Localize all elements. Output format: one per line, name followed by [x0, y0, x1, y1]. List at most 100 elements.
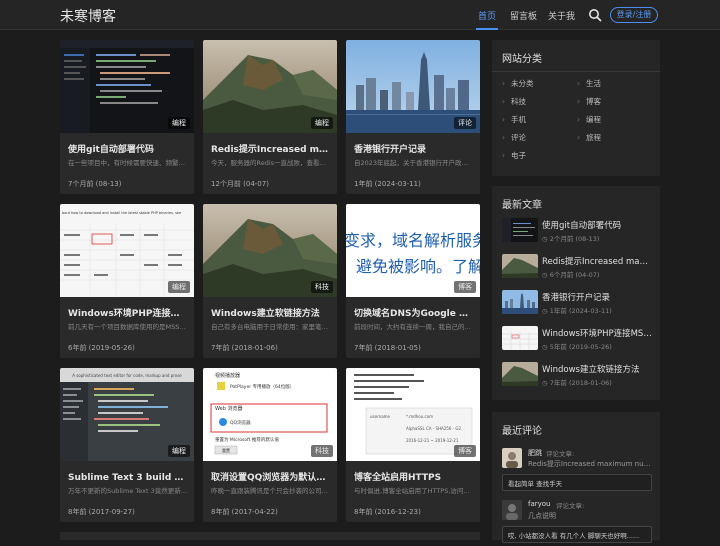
post-thumbnail[interactable]: 视频播放器 PotPlayer 专用播放（64位版） Web 浏览器 QQ浏览器… [203, 368, 337, 461]
post-card-qq-browser[interactable]: 视频播放器 PotPlayer 专用播放（64位版） Web 浏览器 QQ浏览器… [203, 368, 337, 522]
post-time: 8年前 (2017-09-27) [68, 508, 135, 516]
recent-post-item[interactable]: Redis提示Increased maximum number ◷ 6个月前 (… [502, 254, 652, 280]
post-card-git[interactable]: 编程 使用git自动部署代码 在一些项目中，有时候需要快速、频繁地部署代码 7个… [60, 40, 194, 194]
post-title[interactable]: Windows建立软链接方法 [211, 306, 331, 319]
post-title[interactable]: 切换域名DNS为Google Cloud DNS [354, 306, 474, 319]
post-card-redis[interactable]: 编程 Redis提示Increased maximum number 今天，服务… [203, 40, 337, 194]
category-blog[interactable]: › 博客 [577, 96, 601, 107]
category-programming[interactable]: › 编程 [577, 114, 601, 125]
post-title[interactable]: Sublime Text 3 build 3143中文输入 [68, 470, 188, 483]
recent-post-time: ◷ 1年前 (2024-03-11) [542, 307, 612, 315]
recent-post-title[interactable]: Windows环境PHP连接MSSQL数据库 [542, 327, 652, 339]
comment-author[interactable]: faryou [528, 500, 551, 508]
post-title[interactable]: 取消设置QQ浏览器为默认浏览器 [211, 470, 331, 483]
post-excerpt: 万年不更新的Sublime Text 3竟然更新了，而且 [68, 487, 188, 495]
category-life[interactable]: › 生活 [577, 78, 601, 89]
category-uncategorized[interactable]: › 未分类 [502, 78, 534, 89]
recent-post-item[interactable]: Windows建立软链接方法 ◷ 7年前 (2018-01-06) [502, 362, 652, 388]
recent-post-item[interactable]: 香港银行开户记录 ◷ 1年前 (2024-03-11) [502, 290, 652, 316]
category-badge[interactable]: 科技 [311, 281, 333, 293]
category-badge[interactable]: 科技 [311, 445, 333, 457]
recent-post-thumbnail[interactable] [502, 326, 538, 350]
comment-author[interactable]: 肥跳 [528, 448, 542, 458]
recent-post-item[interactable]: Windows环境PHP连接MSSQL数据库 ◷ 5年前 (2019-05-26… [502, 326, 652, 352]
nav-active-indicator [476, 28, 498, 30]
post-thumbnail[interactable]: 编程 [203, 40, 337, 133]
post-thumbnail[interactable]: username *.mdhou.com AlphaSSL CA - SHA25… [346, 368, 480, 461]
post-card-https[interactable]: username *.mdhou.com AlphaSSL CA - SHA25… [346, 368, 480, 522]
browser-thumb-web: Web 浏览器 [215, 405, 243, 412]
post-card-hkbank[interactable]: 评论 香港银行开户记录 自2023年底起，关于香港银行开户政策调整之后 1年前 … [346, 40, 480, 194]
category-review[interactable]: › 评论 [502, 132, 526, 143]
category-badge[interactable]: 评论 [454, 117, 476, 129]
recent-post-time: ◷ 5年前 (2019-05-26) [542, 343, 612, 351]
browser-thumb-qq: QQ浏览器 [230, 419, 251, 426]
search-icon[interactable] [588, 8, 602, 22]
post-thumbnail[interactable]: 编程 [60, 40, 194, 133]
comment-post-link[interactable]: 几点说明 [528, 511, 652, 521]
category-electronics[interactable]: › 电子 [502, 150, 526, 161]
https-code-1: username [370, 414, 391, 419]
category-badge[interactable]: 编程 [168, 117, 190, 129]
category-badge[interactable]: 编程 [168, 281, 190, 293]
recent-post-thumbnail[interactable] [502, 290, 538, 314]
post-time: 8年前 (2016-12-23) [354, 508, 421, 516]
post-thumbnail[interactable]: 科技 [203, 204, 337, 297]
post-title[interactable]: 博客全站启用HTTPS [354, 470, 474, 483]
post-excerpt: 与时俱进,博客全站启用了HTTPS,访问http就会 [354, 487, 474, 495]
post-thumbnail[interactable]: A sophisticated text editor for code, ma… [60, 368, 194, 461]
post-card-google-dns[interactable]: 变求，域名解析服务提 避免被影响。了解 博客 切换域名DNS为Google Cl… [346, 204, 480, 358]
recent-post-thumbnail[interactable] [502, 362, 538, 386]
https-code-4: 2016-12-21 ~ 2019-12-21 [406, 438, 459, 443]
recent-post-thumbnail[interactable] [502, 218, 538, 242]
post-title[interactable]: 香港银行开户记录 [354, 142, 474, 155]
category-badge[interactable]: 编程 [311, 117, 333, 129]
category-badge[interactable]: 博客 [454, 445, 476, 457]
post-time: 1年前 (2024-03-11) [354, 180, 421, 188]
chevron-right-icon: › [502, 97, 505, 106]
recent-post-title[interactable]: Redis提示Increased maximum number [542, 255, 652, 267]
category-travel[interactable]: › 旅程 [577, 132, 601, 143]
comment-body[interactable]: 哎, 小站都没人看 有几个人 脚聊天也好啊...... [502, 526, 652, 543]
post-card-php-mssql[interactable]: bout how to download and install the lat… [60, 204, 194, 358]
comment-post-link[interactable]: Redis提示Increased maximum number [528, 459, 652, 469]
clock-icon: ◷ [542, 307, 550, 315]
browser-thumb-title: 视频播放器 [215, 372, 240, 379]
post-thumbnail[interactable]: bout how to download and install the lat… [60, 204, 194, 297]
post-title[interactable]: Windows环境PHP连接MSSQL数据库 [68, 306, 188, 319]
category-tech[interactable]: › 科技 [502, 96, 526, 107]
recent-post-time: ◷ 2个月前 (08-13) [542, 235, 600, 243]
post-time: 8年前 (2017-04-22) [211, 508, 278, 516]
post-thumbnail[interactable]: 变求，域名解析服务提 避免被影响。了解 博客 [346, 204, 480, 297]
recent-post-item[interactable]: 使用git自动部署代码 ◷ 2个月前 (08-13) [502, 218, 652, 244]
login-register-button[interactable]: 登录/注册 [610, 7, 658, 23]
nav-home[interactable]: 首页 [478, 9, 496, 22]
comment-item[interactable]: faryou 评论文章: 几点说明 哎, 小站都没人看 有几个人 脚聊天也好啊.… [502, 500, 652, 546]
post-excerpt: 昨晚一直跟装腾讯是个只会抄袭的公司，这个 [211, 487, 331, 495]
next-row-edge [60, 532, 480, 540]
post-card-symlink[interactable]: 科技 Windows建立软链接方法 自己有多台电脑用于日常使用：家里笔记本电脑 … [203, 204, 337, 358]
categories-panel: 网站分类 › 未分类 › 生活 › 科技 › 博客 › 手机 › 编程 › 评论 › 旅程 › 电… [492, 40, 660, 176]
panel-divider [492, 71, 660, 72]
comment-item[interactable]: 肥跳 评论文章: Redis提示Increased maximum number… [502, 448, 652, 494]
clock-icon: ◷ [542, 235, 550, 243]
post-thumbnail[interactable]: 评论 [346, 40, 480, 133]
category-badge[interactable]: 博客 [454, 281, 476, 293]
post-card-sublime[interactable]: A sophisticated text editor for code, ma… [60, 368, 194, 522]
recent-post-title[interactable]: 香港银行开户记录 [542, 291, 652, 303]
comment-body[interactable]: 看起简单 查找手天 [502, 474, 652, 491]
category-badge[interactable]: 编程 [168, 445, 190, 457]
recent-post-title[interactable]: Windows建立软链接方法 [542, 363, 652, 375]
browser-thumb-reset-button: 重置 [222, 447, 230, 453]
category-mobile[interactable]: › 手机 [502, 114, 526, 125]
site-logo[interactable]: 未寒博客 [60, 6, 116, 26]
post-time: 6年前 (2019-05-26) [68, 344, 135, 352]
nav-guestbook[interactable]: 留言板 [510, 9, 537, 22]
nav-about[interactable]: 关于我 [548, 9, 575, 22]
post-title[interactable]: Redis提示Increased maximum number [211, 142, 331, 155]
post-title[interactable]: 使用git自动部署代码 [68, 142, 188, 155]
post-excerpt: 在一些项目中，有时候需要快速、频繁地部署代码 [68, 159, 188, 167]
clock-icon: ◷ [542, 379, 550, 387]
recent-post-thumbnail[interactable] [502, 254, 538, 278]
recent-post-title[interactable]: 使用git自动部署代码 [542, 219, 652, 231]
